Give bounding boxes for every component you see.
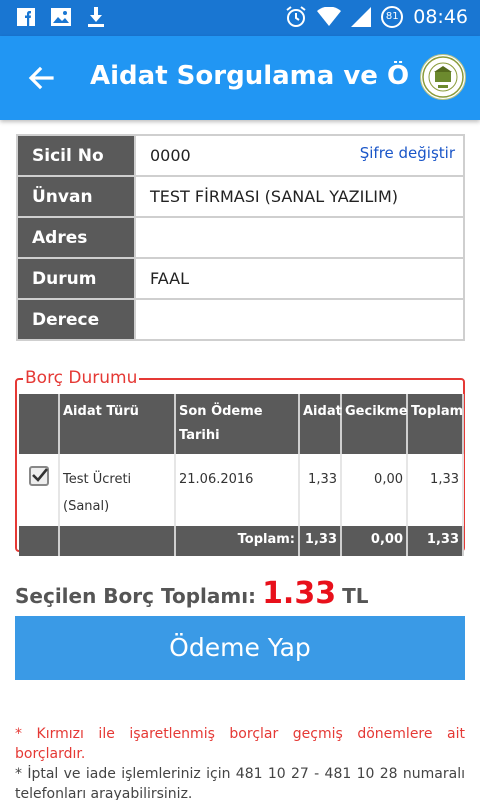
debt-type: Test Ücreti (Sanal) — [59, 454, 176, 526]
header-toplam: Toplam — [407, 394, 464, 454]
debt-due-date: 21.06.2016 — [175, 454, 300, 526]
arrow-back-icon — [28, 66, 54, 90]
debt-aidat: 1,33 — [299, 454, 342, 526]
alarm-icon — [286, 6, 306, 27]
debt-status-legend: Borç Durumu — [23, 368, 140, 388]
info-value — [134, 216, 465, 259]
debt-checkbox[interactable] — [29, 466, 49, 486]
selected-total: Seçilen Borç Toplamı: 1.33 TL — [15, 576, 368, 611]
total-empty-cell — [59, 526, 176, 556]
total-gecikme: 0,00 — [341, 526, 408, 556]
header-due-date: Son Ödeme Tarihi — [175, 394, 300, 454]
info-value: TEST FİRMASI (SANAL YAZILIM) — [134, 175, 465, 218]
selected-total-label: Seçilen Borç Toplamı: — [15, 584, 257, 608]
overdue-note: * Kırmızı ile işaretlenmiş borçlar geçmi… — [15, 726, 465, 762]
info-value — [134, 298, 465, 341]
refund-note: * İptal ve iade işlemleriniz için 481 10… — [15, 766, 465, 800]
debt-toplam: 1,33 — [407, 454, 464, 526]
app-bar: Aidat Sorgulama ve Ödeme — [0, 36, 480, 120]
total-empty-cell — [19, 526, 60, 556]
debt-gecikme: 0,00 — [341, 454, 408, 526]
info-row-sicil: Sicil No 0000 Şifre değiştir — [16, 134, 465, 177]
signal-icon — [351, 7, 372, 27]
info-label: Sicil No — [16, 134, 136, 177]
header-check-column — [19, 394, 60, 454]
download-icon — [88, 7, 104, 27]
pay-button[interactable]: Ödeme Yap — [15, 616, 465, 680]
clock: 08:46 — [413, 6, 468, 28]
total-toplam: 1,33 — [407, 526, 464, 556]
page-title: Aidat Sorgulama ve Ödeme — [90, 61, 408, 91]
info-label: Ünvan — [16, 175, 136, 218]
debt-table: Aidat Türü Son Ödeme Tarihi Aidat Gecikm… — [19, 394, 464, 556]
facebook-icon — [17, 8, 35, 26]
system-icons: 81 08:46 — [285, 5, 468, 29]
info-row-durum: Durum FAAL — [16, 257, 465, 300]
total-aidat: 1,33 — [299, 526, 342, 556]
info-value: 0000 Şifre değiştir — [134, 134, 465, 177]
wifi-icon — [317, 7, 342, 26]
battery-icon: 81 — [381, 6, 404, 28]
table-row: Test Ücreti (Sanal) 21.06.2016 1,33 0,00… — [19, 454, 464, 526]
member-info-table: Sicil No 0000 Şifre değiştir Ünvan TEST … — [16, 134, 465, 341]
header-aidat: Aidat — [299, 394, 342, 454]
checkmark-icon — [32, 468, 49, 482]
info-row-unvan: Ünvan TEST FİRMASI (SANAL YAZILIM) — [16, 175, 465, 218]
header-type: Aidat Türü — [59, 394, 176, 454]
info-row-adres: Adres — [16, 216, 465, 259]
info-value: FAAL — [134, 257, 465, 300]
chamber-logo-icon — [420, 54, 466, 100]
info-row-derece: Derece — [16, 298, 465, 341]
status-bar: 81 08:46 — [0, 0, 480, 36]
selected-total-value: 1.33 — [262, 576, 337, 611]
back-button[interactable] — [22, 58, 62, 98]
info-label: Derece — [16, 298, 136, 341]
info-label: Durum — [16, 257, 136, 300]
debt-table-header: Aidat Türü Son Ödeme Tarihi Aidat Gecikm… — [19, 394, 464, 454]
debt-total-row: Toplam: 1,33 0,00 1,33 — [19, 526, 464, 556]
header-gecikme: Gecikme — [341, 394, 408, 454]
info-label: Adres — [16, 216, 136, 259]
notification-icons — [16, 6, 106, 28]
change-password-link[interactable]: Şifre değiştir — [360, 144, 455, 162]
total-label: Toplam: — [175, 526, 300, 556]
sicil-value: 0000 — [150, 146, 191, 165]
selected-total-currency: TL — [342, 584, 369, 608]
debt-status-panel: Borç Durumu Aidat Türü Son Ödeme Tarihi … — [15, 368, 465, 556]
gallery-icon — [51, 8, 71, 26]
row-checkbox-cell — [19, 454, 60, 526]
